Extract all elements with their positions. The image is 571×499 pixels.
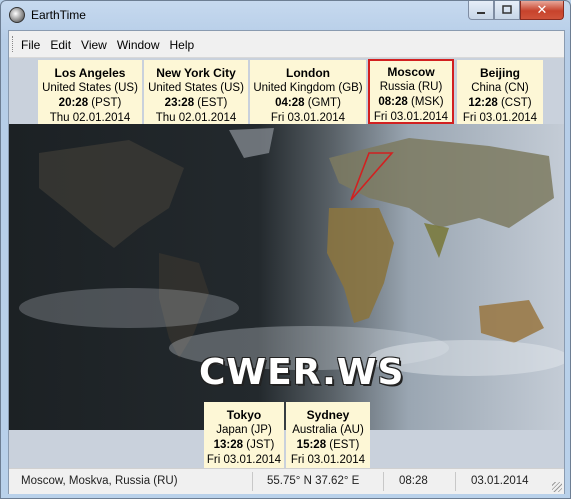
country-name: China (CN) — [471, 82, 529, 94]
clock-card-beijing[interactable]: Beijing China (CN) 12:28 (CST) Fri 03.01… — [457, 60, 543, 124]
clock-card-sydney[interactable]: Sydney Australia (AU) 15:28 (EST) Fri 03… — [286, 402, 370, 468]
country-name: United Kingdom (GB) — [253, 82, 363, 94]
clock-date: Thu 02.01.2014 — [49, 112, 131, 124]
menu-bar: File Edit View Window Help — [9, 31, 564, 58]
country-name: Russia (RU) — [379, 81, 443, 93]
close-icon: ✕ — [536, 2, 548, 17]
menu-window[interactable]: Window — [117, 38, 160, 52]
app-window: EarthTime ✕ File Edit View Window Help L… — [0, 0, 571, 499]
status-divider — [455, 472, 456, 491]
minimize-icon — [477, 12, 485, 14]
clock-card-new-york-city[interactable]: New York City United States (US) 23:28 (… — [144, 60, 248, 124]
status-coordinates: 55.75° N 37.62° E — [267, 475, 360, 487]
clock-time: 23:28 — [164, 97, 195, 109]
status-divider — [383, 472, 384, 491]
window-controls: ✕ — [468, 1, 564, 21]
country-name: United States (US) — [42, 82, 138, 94]
status-bar: Moscow, Moskva, Russia (RU) 55.75° N 37.… — [9, 468, 564, 494]
status-date: 03.01.2014 — [471, 475, 529, 487]
city-name: Moscow — [387, 65, 435, 79]
minimize-button[interactable] — [468, 1, 494, 20]
time-zone: (CST) — [500, 97, 532, 109]
close-button[interactable]: ✕ — [520, 1, 564, 20]
time-zone: (MSK) — [411, 96, 444, 108]
window-title: EarthTime — [31, 8, 86, 22]
time-zone: (JST) — [246, 439, 275, 451]
clock-card-moscow[interactable]: Moscow Russia (RU) 08:28 (MSK) Fri 03.01… — [368, 59, 454, 124]
clock-time: 04:28 — [275, 97, 305, 109]
menu-help[interactable]: Help — [170, 38, 195, 52]
world-map[interactable]: Los Angeles United States (US) 20:28 (PS… — [9, 58, 564, 468]
status-divider — [252, 472, 253, 491]
country-name: Japan (JP) — [216, 424, 272, 436]
country-name: Australia (AU) — [292, 424, 364, 436]
watermark-logo: CWER.WS — [199, 352, 405, 393]
city-name: London — [286, 66, 330, 80]
city-name: New York City — [156, 66, 236, 80]
clock-card-tokyo[interactable]: Tokyo Japan (JP) 13:28 (JST) Fri 03.01.2… — [204, 402, 284, 468]
client-area: File Edit View Window Help Los Angeles U… — [8, 30, 565, 494]
clock-date: Fri 03.01.2014 — [290, 454, 366, 466]
title-bar[interactable]: EarthTime ✕ — [1, 1, 570, 31]
maximize-icon — [502, 5, 512, 14]
city-name: Beijing — [479, 66, 520, 80]
clock-card-los-angeles[interactable]: Los Angeles United States (US) 20:28 (PS… — [38, 60, 142, 124]
clock-date: Fri 03.01.2014 — [373, 111, 449, 123]
globe-icon[interactable] — [9, 7, 25, 23]
time-zone: (EST) — [329, 439, 360, 451]
clock-time: 15:28 — [296, 439, 327, 451]
city-name: Sydney — [306, 408, 350, 422]
clock-time: 13:28 — [213, 439, 244, 451]
clock-card-london[interactable]: London United Kingdom (GB) 04:28 (GMT) F… — [250, 60, 366, 124]
clock-date: Fri 03.01.2014 — [462, 112, 538, 124]
clock-time: 08:28 — [378, 96, 408, 108]
city-name: Los Angeles — [54, 66, 126, 80]
menu-file[interactable]: File — [21, 38, 40, 52]
city-name: Tokyo — [226, 408, 262, 422]
time-zone: (EST) — [197, 97, 228, 109]
time-zone: (PST) — [91, 97, 122, 109]
clock-time: 12:28 — [468, 97, 498, 109]
country-name: United States (US) — [148, 82, 244, 94]
menu-view[interactable]: View — [81, 38, 107, 52]
menu-grip[interactable] — [12, 36, 16, 52]
clock-date: Fri 03.01.2014 — [206, 454, 282, 466]
clock-date: Fri 03.01.2014 — [270, 112, 346, 124]
status-location: Moscow, Moskva, Russia (RU) — [21, 475, 178, 487]
status-time: 08:28 — [399, 475, 428, 487]
maximize-button[interactable] — [494, 1, 520, 20]
time-zone: (GMT) — [307, 97, 341, 109]
clock-time: 20:28 — [58, 97, 89, 109]
clock-date: Thu 02.01.2014 — [155, 112, 237, 124]
menu-edit[interactable]: Edit — [50, 38, 71, 52]
resize-grip[interactable] — [552, 482, 562, 492]
